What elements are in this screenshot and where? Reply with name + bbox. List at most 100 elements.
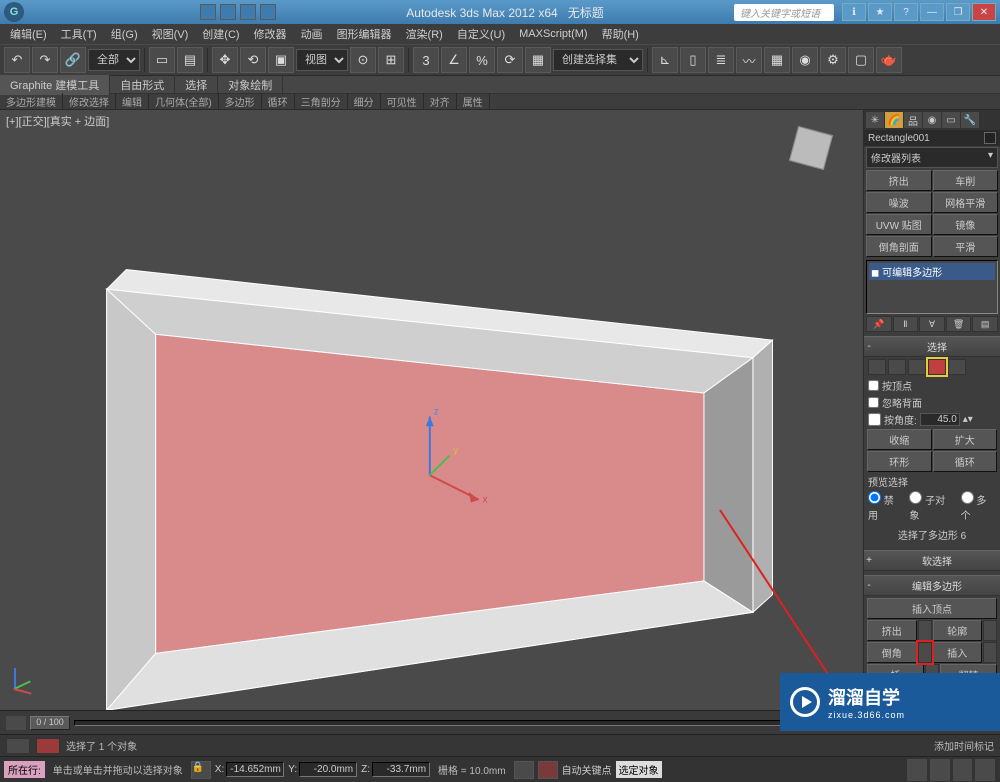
grow-button[interactable]: 扩大: [933, 429, 998, 450]
lock-icon[interactable]: 🔒: [191, 761, 211, 779]
ring-button[interactable]: 环形: [867, 451, 932, 472]
viewport-ortho[interactable]: [+][正交][真实 + 边面] z: [0, 110, 863, 710]
viewport-label[interactable]: [+][正交][真实 + 边面]: [6, 113, 109, 129]
align-icon[interactable]: ▯: [680, 47, 706, 73]
unique-icon[interactable]: ∀: [919, 316, 945, 332]
object-name-field[interactable]: Rectangle001: [864, 130, 1000, 146]
coord-z[interactable]: Z:-33.7mm: [361, 762, 430, 777]
mod-noise[interactable]: 噪波: [866, 192, 932, 213]
autokey-button[interactable]: [538, 761, 558, 779]
menu-anim[interactable]: 动画: [295, 24, 329, 44]
color-swatch[interactable]: [984, 132, 996, 144]
time-handle[interactable]: 0 / 100: [30, 716, 70, 730]
menu-help[interactable]: 帮助(H): [596, 24, 645, 44]
menu-create[interactable]: 创建(C): [196, 24, 245, 44]
radio-multi[interactable]: 多个: [961, 491, 996, 522]
viewcube-icon[interactable]: [787, 124, 835, 172]
ql-btn[interactable]: [260, 4, 276, 20]
close-button[interactable]: ✕: [972, 3, 996, 21]
mod-lathe[interactable]: 车削: [933, 170, 999, 191]
ignore-backface-check[interactable]: 忽略背面: [864, 394, 1000, 411]
ql-btn[interactable]: [240, 4, 256, 20]
star-button[interactable]: ★: [868, 3, 892, 21]
menu-view[interactable]: 视图(V): [146, 24, 195, 44]
mini-curve-icon[interactable]: [6, 738, 30, 754]
ribbon-tab-freeform[interactable]: 自由形式: [110, 75, 175, 95]
sub-subdiv[interactable]: 细分: [348, 93, 381, 110]
selection-filter[interactable]: 全部: [88, 49, 140, 71]
refcoord-combo[interactable]: 视图: [296, 49, 348, 71]
coord-y[interactable]: Y:-20.0mm: [288, 762, 357, 777]
link-icon[interactable]: 🔗: [60, 47, 86, 73]
maxview-icon[interactable]: [974, 758, 996, 782]
curve-editor-icon[interactable]: 〰: [736, 47, 762, 73]
help-button[interactable]: ?: [894, 3, 918, 21]
ribbon-tab-objpaint[interactable]: 对象绘制: [218, 75, 283, 95]
display-tab-icon[interactable]: ▭: [942, 112, 960, 128]
snap-toggle-icon[interactable]: 3: [413, 47, 439, 73]
coord-x[interactable]: X:-14.652mm: [215, 762, 284, 777]
mirror-icon[interactable]: ⊾: [652, 47, 678, 73]
schematic-icon[interactable]: ▦: [764, 47, 790, 73]
hierarchy-tab-icon[interactable]: 品: [904, 112, 922, 128]
rollout-selection[interactable]: -选择: [864, 336, 1000, 357]
radio-subobj[interactable]: 子对象: [909, 491, 954, 522]
menu-grapheditor[interactable]: 图形编辑器: [331, 24, 398, 44]
angle-snap-icon[interactable]: ∠: [441, 47, 467, 73]
by-vertex-check[interactable]: 按顶点: [864, 377, 1000, 394]
minimize-button[interactable]: —: [920, 3, 944, 21]
select-scale-icon[interactable]: ▣: [268, 47, 294, 73]
menu-group[interactable]: 组(G): [105, 24, 144, 44]
loop-button[interactable]: 循环: [933, 451, 998, 472]
inset-button[interactable]: 插入: [933, 642, 983, 663]
utilities-tab-icon[interactable]: 🔧: [961, 112, 979, 128]
radio-disable[interactable]: 禁用: [868, 491, 903, 522]
sub-polymodel[interactable]: 多边形建模: [0, 93, 63, 110]
material-editor-icon[interactable]: ◉: [792, 47, 818, 73]
trackbar-box[interactable]: [36, 738, 60, 754]
polygon-icon[interactable]: [928, 359, 946, 375]
app-logo-icon[interactable]: G: [4, 2, 24, 22]
ql-btn[interactable]: [220, 4, 236, 20]
sub-align[interactable]: 对齐: [424, 93, 457, 110]
mod-extrude[interactable]: 挤出: [866, 170, 932, 191]
sub-vis[interactable]: 可见性: [381, 93, 424, 110]
vertex-icon[interactable]: [868, 359, 886, 375]
menu-render[interactable]: 渲染(R): [400, 24, 449, 44]
menu-modifier[interactable]: 修改器: [248, 24, 293, 44]
shrink-button[interactable]: 收缩: [867, 429, 932, 450]
mod-smooth[interactable]: 平滑: [933, 236, 999, 257]
by-angle-check[interactable]: 按角度:45.0▴▾: [864, 411, 1000, 428]
sub-geomall[interactable]: 几何体(全部): [149, 93, 219, 110]
sub-tri[interactable]: 三角剖分: [295, 93, 348, 110]
pivot-icon[interactable]: ⊙: [350, 47, 376, 73]
named-sel-combo[interactable]: 创建选择集: [553, 49, 643, 71]
outline-button[interactable]: 轮廓: [933, 620, 983, 641]
menu-tools[interactable]: 工具(T): [55, 24, 103, 44]
select-rotate-icon[interactable]: ⟲: [240, 47, 266, 73]
help-search[interactable]: 键入关键字或短语: [734, 4, 834, 21]
sub-poly[interactable]: 多边形: [219, 93, 262, 110]
mod-meshsmooth[interactable]: 网格平滑: [933, 192, 999, 213]
extrude-settings-icon[interactable]: [918, 620, 932, 641]
render-setup-icon[interactable]: ⚙: [820, 47, 846, 73]
modify-tab-icon[interactable]: 🌈: [885, 112, 903, 128]
mod-bevelprof[interactable]: 倒角剖面: [866, 236, 932, 257]
render-icon[interactable]: 🫖: [876, 47, 902, 73]
ribbon-tab-modeling[interactable]: Graphite 建模工具: [0, 75, 110, 95]
zoom-icon[interactable]: [952, 758, 974, 782]
inset-settings-icon[interactable]: [983, 642, 997, 663]
sub-props[interactable]: 属性: [457, 93, 490, 110]
remove-mod-icon[interactable]: 🗑: [946, 316, 972, 332]
insert-vertex-button[interactable]: 插入顶点: [867, 598, 997, 619]
select-name-icon[interactable]: ▤: [177, 47, 203, 73]
motion-tab-icon[interactable]: ◉: [923, 112, 941, 128]
menu-customize[interactable]: 自定义(U): [451, 24, 511, 44]
rollout-softsel[interactable]: +软选择: [864, 550, 1000, 571]
mod-mirror[interactable]: 镜像: [933, 214, 999, 235]
create-tab-icon[interactable]: ✳: [866, 112, 884, 128]
bevel-settings-icon[interactable]: [918, 642, 932, 663]
maximize-button[interactable]: ❐: [946, 3, 970, 21]
orbit-icon[interactable]: [929, 758, 951, 782]
modifier-list-combo[interactable]: 修改器列表▾: [866, 147, 998, 168]
